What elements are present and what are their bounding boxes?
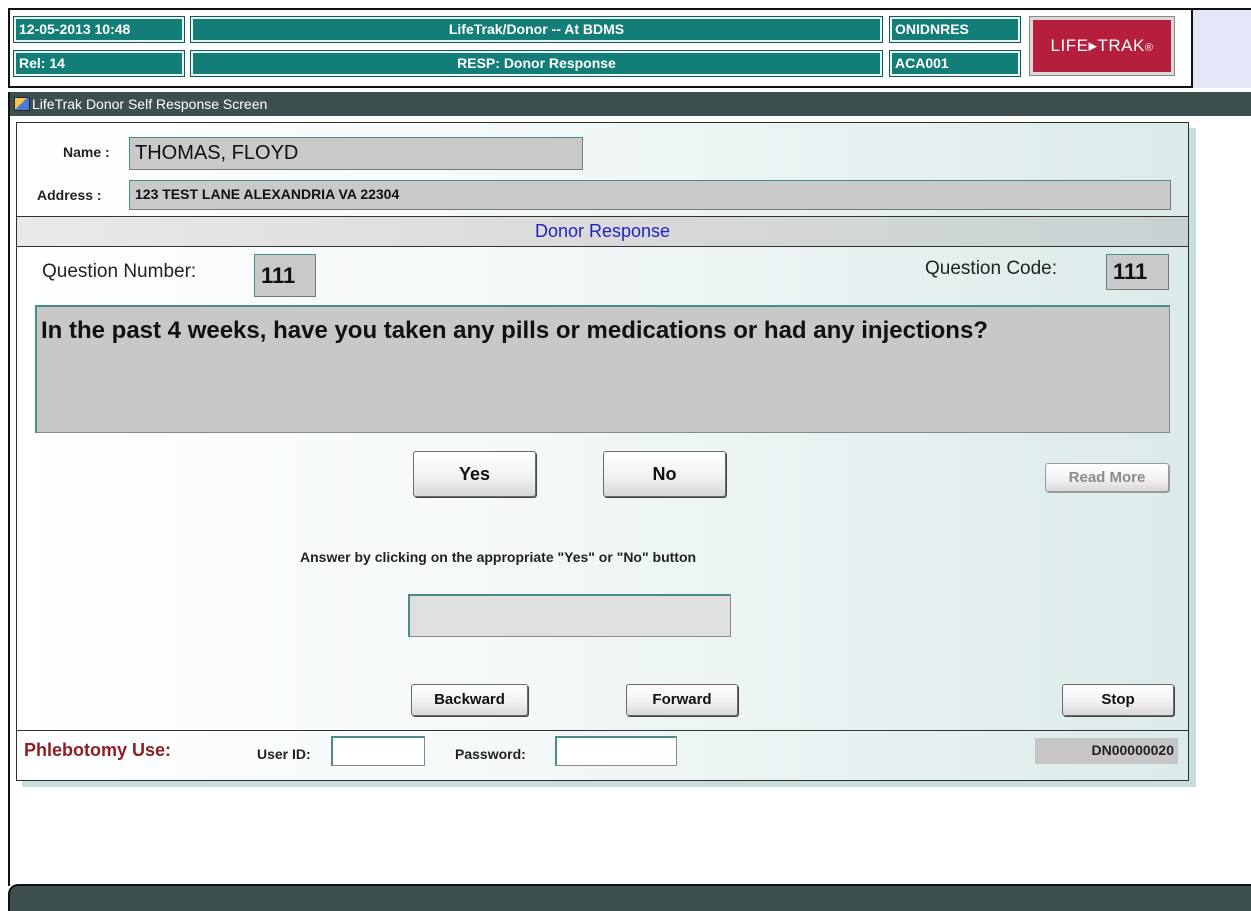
panel-shadow-bottom [22,781,1196,787]
donor-number: DN00000020 [1035,738,1178,764]
question-number-field: 111 [254,254,316,297]
password-input[interactable] [555,736,677,766]
user-code-box: ACA001 [889,50,1021,77]
window-title-bar: LifeTrak Donor Self Response Screen [8,92,1251,116]
name-label: Name : [63,144,110,160]
backward-button[interactable]: Backward [411,684,528,716]
section-header: Donor Response [17,216,1188,247]
window-left-border [8,116,10,886]
logo-registered-mark: ® [1144,42,1154,54]
question-number-label: Question Number: [42,261,197,282]
address-label: Address : [37,187,102,203]
address-field: 123 TEST LANE ALEXANDRIA VA 22304 [129,180,1171,210]
user-id-label: User ID: [257,746,311,762]
lifetrak-logo: LIFE▸TRAK® [1029,16,1175,76]
logo-text: LIFE▸TRAK [1050,36,1145,55]
window-title: LifeTrak Donor Self Response Screen [32,96,268,112]
question-code-field: 111 [1106,254,1169,290]
question-text: In the past 4 weeks, have you taken any … [35,305,1170,433]
panel-shadow-right [1189,128,1196,787]
phlebotomy-use-label: Phlebotomy Use: [24,740,172,760]
header-right-area [1193,8,1251,88]
password-label: Password: [455,746,526,762]
no-button[interactable]: No [603,451,726,497]
program-code-box: ONIDNRES [889,16,1021,43]
app-icon [14,97,30,111]
read-more-button[interactable]: Read More [1045,463,1169,492]
stop-button[interactable]: Stop [1062,684,1174,716]
screen-title: RESP: Donor Response [190,50,883,77]
app-title: LifeTrak/Donor -- At BDMS [190,16,883,43]
answer-instruction: Answer by clicking on the appropriate "Y… [300,549,697,565]
yes-button[interactable]: Yes [413,451,536,497]
datetime-box: 12-05-2013 10:48 [13,16,185,43]
question-code-label: Question Code: [925,258,1058,279]
forward-button[interactable]: Forward [626,684,738,716]
bottom-status-bar [8,884,1251,911]
name-field: THOMAS, FLOYD [129,137,583,170]
user-id-input[interactable] [331,736,425,766]
release-box: Rel: 14 [13,50,185,77]
answer-display [408,594,731,637]
footer-divider [17,730,1188,731]
